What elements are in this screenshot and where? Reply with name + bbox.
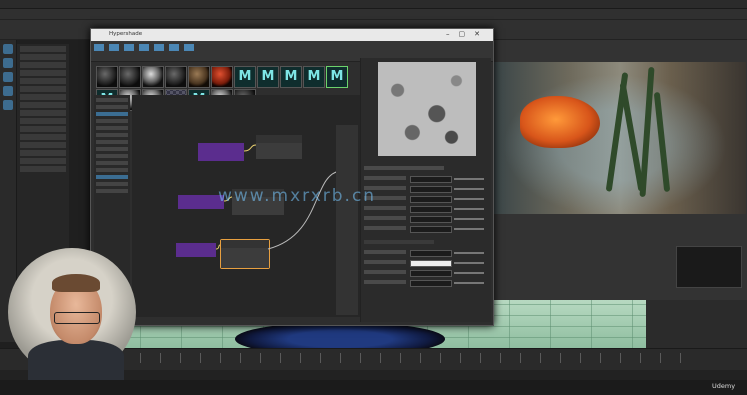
window-controls[interactable]: –▢✕ xyxy=(446,30,489,38)
material-swatch[interactable] xyxy=(211,66,233,88)
material-swatch[interactable]: M xyxy=(303,66,325,88)
help-line xyxy=(0,380,747,395)
scale-tool-icon[interactable] xyxy=(3,100,13,110)
attribute-row[interactable] xyxy=(364,250,488,257)
instructor-hair xyxy=(52,274,100,292)
attribute-row[interactable] xyxy=(364,176,488,183)
watermark-text: www.mxrxrb.cn xyxy=(218,186,377,206)
texture-preview xyxy=(378,62,476,156)
rotate-tool-icon[interactable] xyxy=(3,86,13,96)
tool-icon[interactable] xyxy=(154,44,164,51)
material-swatch[interactable]: M xyxy=(257,66,279,88)
material-swatch[interactable]: M xyxy=(326,66,348,88)
lasso-tool-icon[interactable] xyxy=(3,58,13,68)
window-title: Hypershade xyxy=(109,31,143,37)
maximize-icon[interactable]: ▢ xyxy=(459,30,475,38)
material-swatch[interactable]: M xyxy=(280,66,302,88)
tool-icon[interactable] xyxy=(94,44,104,51)
attribute-row[interactable] xyxy=(364,216,488,223)
material-swatch[interactable] xyxy=(165,66,187,88)
attribute-row[interactable] xyxy=(364,270,488,277)
shading-engine-ports[interactable] xyxy=(336,125,358,315)
tool-icon[interactable] xyxy=(169,44,179,51)
material-swatch[interactable] xyxy=(142,66,164,88)
minimize-icon[interactable]: – xyxy=(446,30,459,38)
udemy-badge: Udemy xyxy=(712,382,736,390)
goldfish-render xyxy=(520,96,600,148)
channel-box-panel xyxy=(646,300,747,348)
material-swatch[interactable] xyxy=(119,66,141,88)
tool-icon[interactable] xyxy=(109,44,119,51)
tool-icon[interactable] xyxy=(124,44,134,51)
instructor-glasses xyxy=(54,312,100,324)
tool-icon[interactable] xyxy=(139,44,149,51)
window-titlebar[interactable]: Hypershade –▢✕ xyxy=(91,29,493,41)
move-tool-icon[interactable] xyxy=(3,72,13,82)
attribute-row[interactable] xyxy=(364,280,488,287)
status-line[interactable] xyxy=(0,9,747,20)
node-wires xyxy=(215,144,341,250)
material-swatch[interactable] xyxy=(188,66,210,88)
material-swatch[interactable]: M xyxy=(234,66,256,88)
tool-icon[interactable] xyxy=(184,44,194,51)
thumbnail-preview xyxy=(676,246,742,288)
select-tool-icon[interactable] xyxy=(3,44,13,54)
close-icon[interactable]: ✕ xyxy=(474,30,489,38)
attribute-row[interactable] xyxy=(364,186,488,193)
attribute-row[interactable] xyxy=(364,206,488,213)
attribute-row[interactable] xyxy=(364,260,488,267)
material-swatch[interactable] xyxy=(96,66,118,88)
attribute-row[interactable] xyxy=(364,196,488,203)
main-menubar[interactable] xyxy=(0,0,747,9)
attribute-row[interactable] xyxy=(364,226,488,233)
instructor-shirt xyxy=(28,340,124,380)
node-graph-editor[interactable] xyxy=(132,95,360,317)
